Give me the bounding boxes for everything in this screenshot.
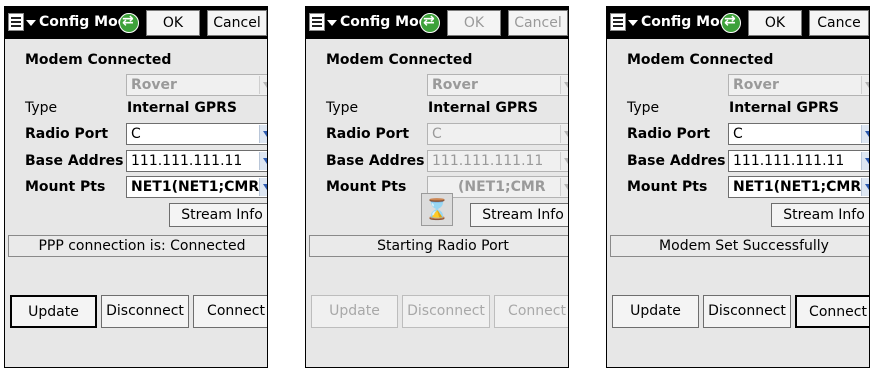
status-bar: Modem Set Successfully [610,235,869,257]
mount-pts-label: Mount Pts [326,179,407,195]
start-menu-icon[interactable] [8,13,24,31]
mount-pts-select[interactable]: NET1(NET1;CMR [728,176,869,198]
mount-pts-value: (NET1;CMR [458,179,546,195]
chevron-down-icon[interactable] [861,152,869,170]
base-address-value: 111.111.111.11 [733,153,845,169]
chevron-down-icon[interactable] [259,178,267,196]
ok-button[interactable]: OK [146,10,200,36]
base-address-select[interactable]: 111.111.111.11 [728,150,869,172]
disconnect-button[interactable]: Disconnect [101,295,189,328]
stream-info-button[interactable]: Stream Info [470,203,568,227]
radio-port-label: Radio Port [326,126,410,142]
window-title: Config Mod [641,14,730,30]
disconnect-button[interactable]: Disconnect [703,295,791,328]
mode-select-value: Rover [432,77,478,93]
mode-select: Rover [427,74,568,96]
radio-port-value: C [733,126,743,142]
base-address-value: 111.111.111.11 [131,153,243,169]
chevron-down-icon[interactable] [861,125,869,143]
base-address-select: 111.111.111.11 [427,150,568,172]
menu-dropdown-arrow-icon[interactable] [628,20,638,26]
radio-port-select[interactable]: C [728,123,869,145]
base-address-value: 111.111.111.11 [432,153,544,169]
modem-connection-icon [119,13,139,33]
stream-info-button[interactable]: Stream Info [771,203,869,227]
hourglass-icon: ⌛ [421,193,453,226]
window-title: Config Mod [340,14,429,30]
modem-connected-label: Modem Connected [627,52,774,68]
disconnect-button[interactable]: Disconnect [402,295,490,328]
mount-pts-value: NET1(NET1;CMR [131,179,260,195]
mode-select-value: Rover [131,77,177,93]
mount-pts-label: Mount Pts [25,179,106,195]
type-value: Internal GPRS [729,100,839,116]
cancel-button[interactable]: Cancel [207,10,267,36]
screen-modem-set: Config Mod OK Cance Modem Connected Rove… [606,6,870,368]
modem-connection-icon [420,13,440,33]
update-button[interactable]: Update [10,295,97,328]
screen-starting-radio-port: Config Mod OK Cancel Modem Connected Rov… [305,6,569,368]
update-button[interactable]: Update [311,295,398,328]
stream-info-button[interactable]: Stream Info [169,203,267,227]
chevron-down-icon [560,76,568,94]
cancel-button[interactable]: Cancel [508,10,568,36]
radio-port-value: C [131,126,141,142]
radio-port-select[interactable]: C [126,123,267,145]
modem-connected-label: Modem Connected [25,52,172,68]
mount-pts-value: NET1(NET1;CMR [733,179,862,195]
chevron-down-icon [259,76,267,94]
chevron-down-icon [560,152,568,170]
mode-select: Rover [728,74,869,96]
status-bar: PPP connection is: Connected [8,235,267,257]
start-menu-icon[interactable] [610,13,626,31]
start-menu-icon[interactable] [309,13,325,31]
cancel-button[interactable]: Cance [809,10,869,36]
ok-button[interactable]: OK [447,10,501,36]
connect-button[interactable]: Connect [193,295,267,328]
modem-connected-label: Modem Connected [326,52,473,68]
status-bar: Starting Radio Port [309,235,568,257]
type-label: Type [25,100,58,116]
menu-dropdown-arrow-icon[interactable] [327,20,337,26]
mount-pts-label: Mount Pts [627,179,708,195]
mode-select: Rover [126,74,267,96]
radio-port-label: Radio Port [25,126,109,142]
chevron-down-icon[interactable] [259,125,267,143]
chevron-down-icon [560,178,568,196]
radio-port-label: Radio Port [627,126,711,142]
base-address-label: Base Addres [25,153,124,169]
type-label: Type [326,100,359,116]
radio-port-value: C [432,126,442,142]
modem-connection-icon [721,13,741,33]
menu-dropdown-arrow-icon[interactable] [26,20,36,26]
update-button[interactable]: Update [612,295,699,328]
type-label: Type [627,100,660,116]
chevron-down-icon[interactable] [861,178,869,196]
connect-button[interactable]: Connect [795,295,869,328]
radio-port-select: C [427,123,568,145]
type-value: Internal GPRS [428,100,538,116]
title-bar: Config Mod OK Cancel [306,7,568,39]
chevron-down-icon[interactable] [259,152,267,170]
type-value: Internal GPRS [127,100,237,116]
base-address-select[interactable]: 111.111.111.11 [126,150,267,172]
chevron-down-icon [861,76,869,94]
screen-connected: Config Mod OK Cancel Modem Connected Rov… [4,6,268,368]
connect-button[interactable]: Connect [494,295,568,328]
base-address-label: Base Addres [326,153,425,169]
title-bar: Config Mod OK Cance [607,7,869,39]
mode-select-value: Rover [733,77,779,93]
mount-pts-select[interactable]: NET1(NET1;CMR [126,176,267,198]
title-bar: Config Mod OK Cancel [5,7,267,39]
chevron-down-icon [560,125,568,143]
ok-button[interactable]: OK [748,10,802,36]
window-title: Config Mod [39,14,128,30]
base-address-label: Base Addres [627,153,726,169]
